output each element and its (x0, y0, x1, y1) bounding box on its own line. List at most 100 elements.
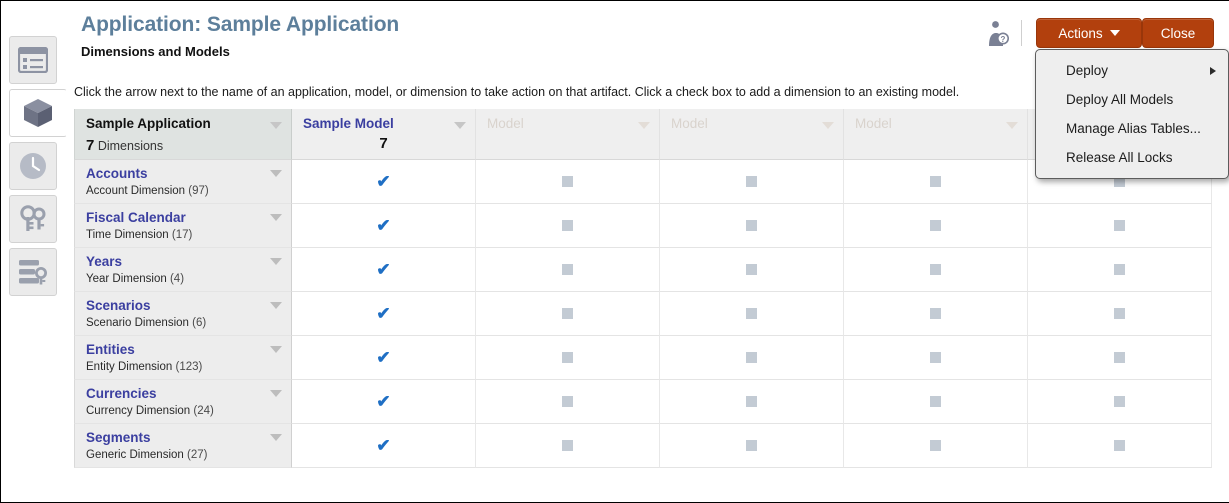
model-membership-cell[interactable] (476, 160, 660, 204)
checkbox[interactable] (930, 308, 941, 319)
model-membership-cell[interactable]: ✔ (292, 380, 476, 424)
checkmark-icon[interactable]: ✔ (376, 261, 390, 278)
dimension-name-link[interactable]: Accounts (86, 166, 148, 181)
checkbox[interactable] (930, 176, 941, 187)
sidebar-tab-cube[interactable] (9, 89, 67, 137)
model-membership-cell[interactable] (1028, 336, 1212, 380)
menu-item-release-all-locks[interactable]: Release All Locks (1036, 143, 1228, 172)
dimension-dropdown-arrow[interactable] (270, 346, 282, 353)
checkbox[interactable] (930, 264, 941, 275)
model-membership-cell[interactable] (844, 292, 1028, 336)
model-membership-cell[interactable] (1028, 424, 1212, 468)
checkbox[interactable] (746, 220, 757, 231)
dimension-dropdown-arrow[interactable] (270, 434, 282, 441)
checkbox[interactable] (562, 264, 573, 275)
menu-item-manage-alias-tables[interactable]: Manage Alias Tables... (1036, 114, 1228, 143)
checkbox[interactable] (930, 352, 941, 363)
model-membership-cell[interactable] (476, 204, 660, 248)
checkbox[interactable] (1114, 264, 1125, 275)
menu-item-deploy[interactable]: Deploy (1036, 56, 1228, 85)
model-membership-cell[interactable] (844, 336, 1028, 380)
checkmark-icon[interactable]: ✔ (376, 393, 390, 410)
model-membership-cell[interactable] (844, 380, 1028, 424)
checkbox[interactable] (746, 308, 757, 319)
model-membership-cell[interactable] (660, 160, 844, 204)
model-membership-cell[interactable] (476, 292, 660, 336)
checkbox[interactable] (1114, 308, 1125, 319)
model-membership-cell[interactable] (844, 204, 1028, 248)
grid-header-dropdown-arrow[interactable] (822, 122, 834, 129)
model-membership-cell[interactable] (844, 160, 1028, 204)
model-membership-cell[interactable]: ✔ (292, 336, 476, 380)
model-membership-cell[interactable] (476, 424, 660, 468)
checkbox[interactable] (562, 396, 573, 407)
dimension-name-link[interactable]: Years (86, 254, 122, 269)
sidebar-tab-list-library[interactable] (9, 36, 57, 84)
dimension-name-link[interactable]: Fiscal Calendar (86, 210, 186, 225)
checkbox[interactable] (746, 396, 757, 407)
checkbox[interactable] (562, 220, 573, 231)
grid-header-dropdown-arrow[interactable] (638, 122, 650, 129)
checkbox[interactable] (562, 308, 573, 319)
model-membership-cell[interactable] (660, 336, 844, 380)
checkbox[interactable] (562, 176, 573, 187)
model-membership-cell[interactable] (660, 380, 844, 424)
checkbox[interactable] (930, 396, 941, 407)
grid-header-dropdown-arrow[interactable] (454, 122, 466, 129)
checkbox[interactable] (930, 220, 941, 231)
actions-button[interactable]: Actions (1036, 18, 1142, 48)
grid-header-dropdown-arrow[interactable] (270, 122, 282, 129)
dimension-dropdown-arrow[interactable] (270, 390, 282, 397)
sidebar-tab-database-key[interactable] (9, 248, 57, 296)
grid-header-dropdown-arrow[interactable] (1006, 122, 1018, 129)
checkbox[interactable] (746, 176, 757, 187)
model-membership-cell[interactable] (1028, 292, 1212, 336)
model-membership-cell[interactable]: ✔ (292, 160, 476, 204)
checkbox[interactable] (746, 352, 757, 363)
checkbox[interactable] (1114, 220, 1125, 231)
dimension-dropdown-arrow[interactable] (270, 170, 282, 177)
checkbox[interactable] (562, 352, 573, 363)
model-membership-cell[interactable] (476, 336, 660, 380)
dimension-dropdown-arrow[interactable] (270, 302, 282, 309)
close-button[interactable]: Close (1142, 18, 1214, 48)
checkmark-icon[interactable]: ✔ (376, 305, 390, 322)
checkbox[interactable] (1114, 396, 1125, 407)
model-membership-cell[interactable] (1028, 204, 1212, 248)
model-membership-cell[interactable] (476, 248, 660, 292)
model-membership-cell[interactable] (660, 204, 844, 248)
dimension-name-link[interactable]: Currencies (86, 386, 157, 401)
grid-header-title: Model (671, 116, 708, 131)
checkbox[interactable] (746, 264, 757, 275)
model-membership-cell[interactable]: ✔ (292, 292, 476, 336)
user-help-icon[interactable]: ? (986, 19, 1012, 47)
checkbox[interactable] (746, 440, 757, 451)
checkbox[interactable] (1114, 440, 1125, 451)
model-membership-cell[interactable] (660, 424, 844, 468)
sidebar-tab-clock[interactable] (9, 142, 57, 190)
dimension-name-link[interactable]: Scenarios (86, 298, 151, 313)
model-membership-cell[interactable] (660, 248, 844, 292)
menu-item-deploy-all-models[interactable]: Deploy All Models (1036, 85, 1228, 114)
model-membership-cell[interactable] (1028, 380, 1212, 424)
model-membership-cell[interactable]: ✔ (292, 248, 476, 292)
model-membership-cell[interactable] (844, 424, 1028, 468)
dimension-dropdown-arrow[interactable] (270, 214, 282, 221)
checkmark-icon[interactable]: ✔ (376, 349, 390, 366)
dimension-dropdown-arrow[interactable] (270, 258, 282, 265)
model-membership-cell[interactable] (844, 248, 1028, 292)
checkmark-icon[interactable]: ✔ (376, 217, 390, 234)
model-membership-cell[interactable] (660, 292, 844, 336)
sidebar-tab-keys[interactable] (9, 195, 57, 243)
model-membership-cell[interactable]: ✔ (292, 424, 476, 468)
checkbox[interactable] (1114, 352, 1125, 363)
dimension-name-link[interactable]: Segments (86, 430, 151, 445)
checkbox[interactable] (562, 440, 573, 451)
dimension-name-link[interactable]: Entities (86, 342, 135, 357)
model-membership-cell[interactable] (476, 380, 660, 424)
checkmark-icon[interactable]: ✔ (376, 437, 390, 454)
checkbox[interactable] (930, 440, 941, 451)
model-membership-cell[interactable]: ✔ (292, 204, 476, 248)
model-membership-cell[interactable] (1028, 248, 1212, 292)
checkmark-icon[interactable]: ✔ (376, 173, 390, 190)
